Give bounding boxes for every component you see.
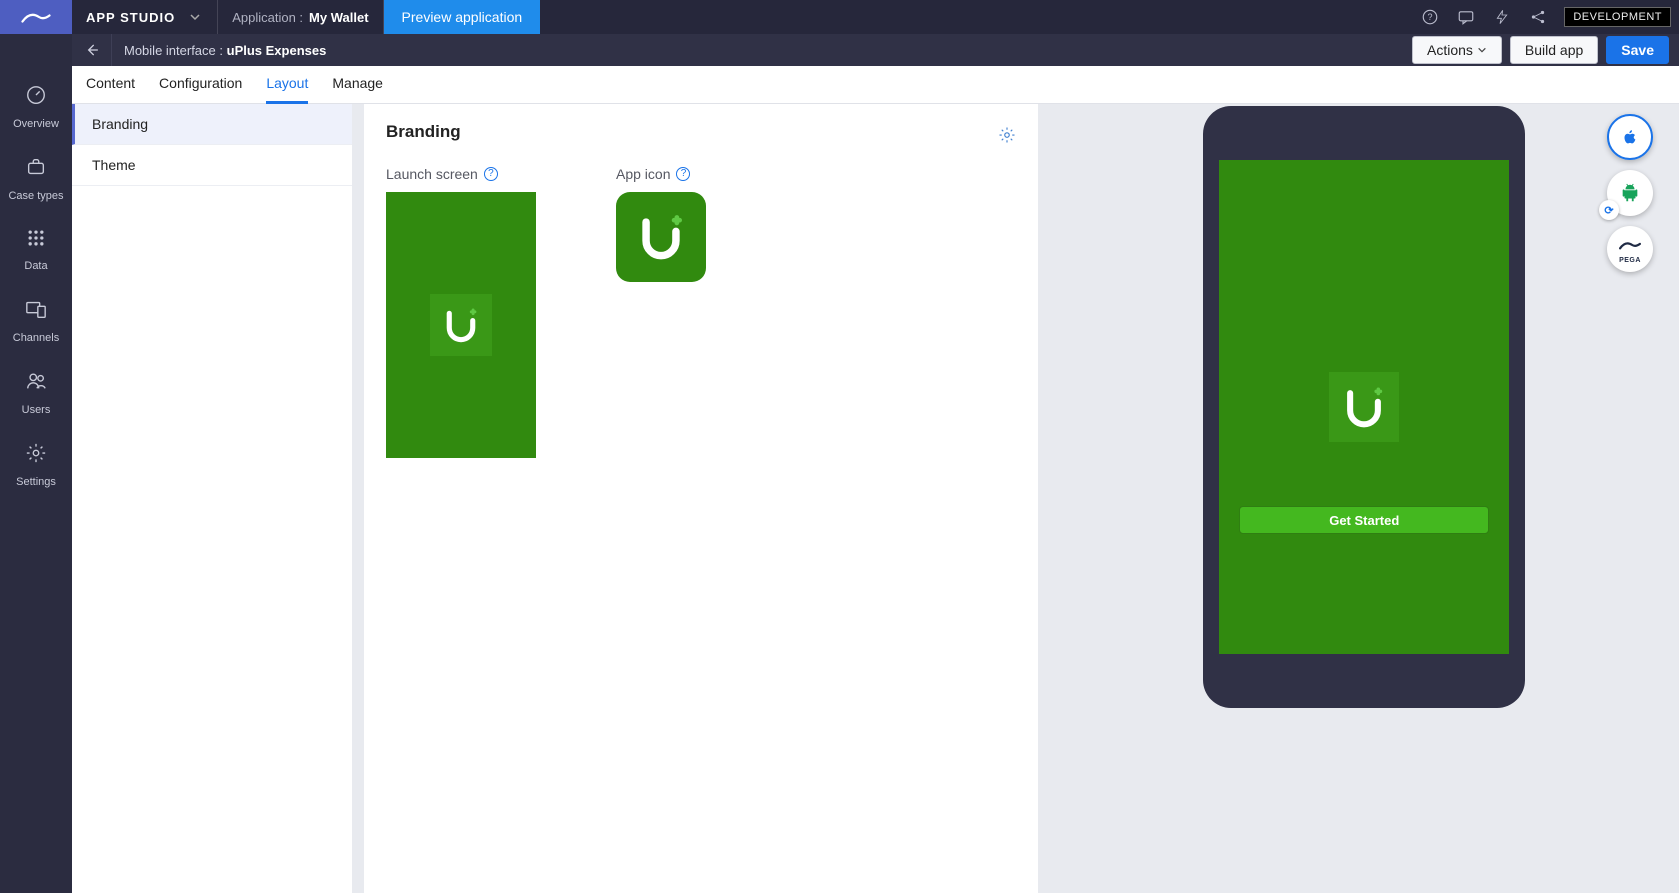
nav-label: Channels [13,332,59,344]
application-label: Application : [218,10,309,25]
tab-layout[interactable]: Layout [266,66,308,104]
side-item-theme[interactable]: Theme [72,145,352,186]
android-toggle[interactable]: ⟳ [1607,170,1653,216]
layout-side-list: Branding Theme [72,104,352,893]
uplus-logo-icon [439,303,483,347]
nav-label: Users [22,404,51,416]
tabs-row: Content Configuration Layout Manage [72,66,1679,104]
application-name[interactable]: My Wallet [309,0,383,34]
uplus-logo-icon [633,209,689,265]
app-icon-label: App icon [616,166,670,182]
breadcrumb: Mobile interface : uPlus Expenses [112,43,338,58]
panel-title: Branding [386,122,1016,142]
tab-content[interactable]: Content [86,66,135,104]
crumb-prefix: Mobile interface : [124,43,223,58]
bolt-icon[interactable] [1484,0,1520,34]
launch-screen-block: Launch screen ? [386,166,536,458]
back-button[interactable] [72,34,112,66]
nav-overview[interactable]: Overview [0,74,72,146]
nav-casetypes[interactable]: Case types [0,146,72,218]
build-app-button[interactable]: Build app [1510,36,1598,64]
topbar: APP STUDIO Application : My Wallet Previ… [0,0,1679,34]
launch-screen-tile[interactable] [386,192,536,458]
preview-area: Get Started ⟳ PEGA [1050,104,1679,893]
phone-screen: Get Started [1219,160,1509,654]
pega-label: PEGA [1619,257,1641,264]
branding-panel: Branding Launch screen ? [364,104,1038,893]
nav-users[interactable]: Users [0,360,72,432]
environment-badge: DEVELOPMENT [1564,7,1671,27]
phone-logo-container [1329,372,1399,442]
tab-configuration[interactable]: Configuration [159,66,242,104]
ios-toggle[interactable] [1607,114,1653,160]
share-icon[interactable] [1520,0,1556,34]
help-icon[interactable]: ? [484,167,498,181]
get-started-button[interactable]: Get Started [1239,506,1489,534]
nav-settings[interactable]: Settings [0,432,72,504]
users-icon [25,370,47,398]
gear-icon [25,442,47,470]
gauge-icon [25,84,47,112]
grid-icon [26,228,46,254]
nav-label: Overview [13,118,59,130]
svg-text:?: ? [1428,12,1433,22]
side-item-branding[interactable]: Branding [72,104,352,145]
phone-frame: Get Started [1203,106,1525,708]
studio-switcher[interactable] [189,0,218,34]
app-icon-tile[interactable] [616,192,706,282]
nav-channels[interactable]: Channels [0,288,72,360]
save-button[interactable]: Save [1606,36,1669,64]
nav-label: Case types [8,190,63,202]
device-toggle-stack: ⟳ PEGA [1607,114,1653,272]
app-icon-block: App icon ? [616,166,706,458]
subbar: Mobile interface : uPlus Expenses Action… [0,34,1679,66]
workspace: Branding Theme Branding Launch screen ? [72,104,1679,893]
tab-manage[interactable]: Manage [332,66,383,104]
panel-settings-icon[interactable] [998,126,1016,149]
help-icon[interactable]: ? [676,167,690,181]
nav-label: Settings [16,476,56,488]
help-icon[interactable]: ? [1412,0,1448,34]
preview-application-button[interactable]: Preview application [384,0,541,34]
nav-data[interactable]: Data [0,218,72,288]
actions-button[interactable]: Actions [1412,36,1502,64]
uplus-logo-icon [1338,381,1390,433]
crumb-name: uPlus Expenses [227,43,327,58]
chat-icon[interactable] [1448,0,1484,34]
pega-logo[interactable] [0,0,72,34]
briefcase-icon [25,156,47,184]
pega-toggle[interactable]: PEGA [1607,226,1653,272]
nav-label: Data [24,260,47,272]
devices-icon [25,298,47,326]
left-nav: Overview Case types Data Channels Users [0,34,72,893]
launch-logo-container [430,294,492,356]
launch-screen-label: Launch screen [386,166,478,182]
studio-title: APP STUDIO [72,10,189,25]
refresh-icon[interactable]: ⟳ [1599,200,1619,220]
